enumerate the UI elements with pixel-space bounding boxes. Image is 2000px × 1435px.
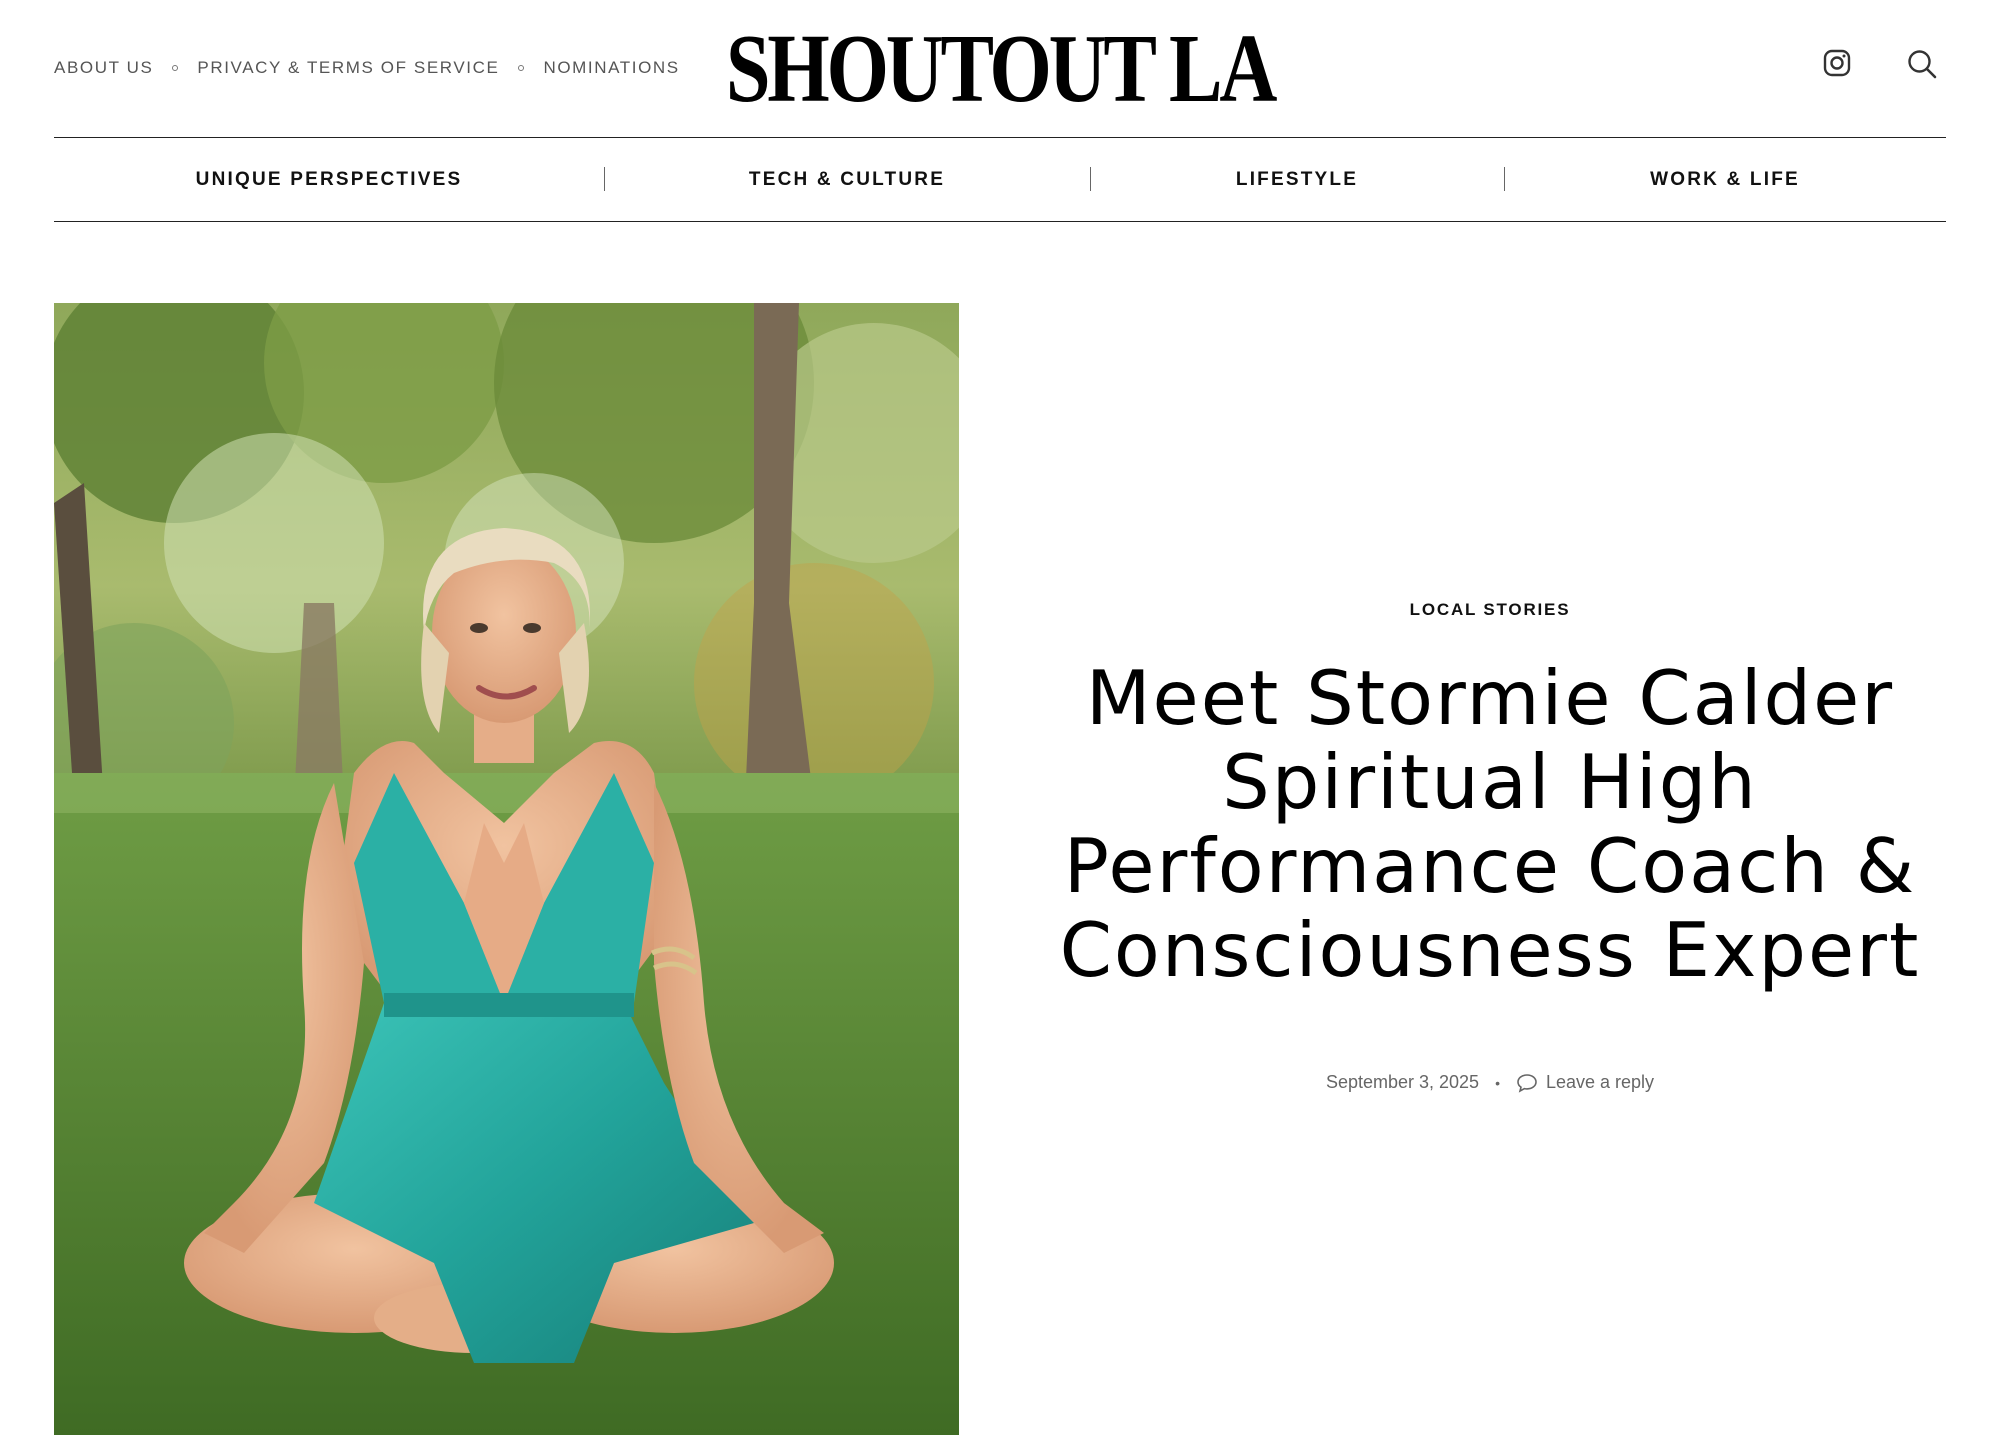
nav-item-unique-perspectives[interactable]: UNIQUE PERSPECTIVES bbox=[54, 139, 604, 221]
site-header: About Us Privacy & Terms of Service Nomi… bbox=[0, 0, 2000, 137]
nav-item-work-life[interactable]: WORK & LIFE bbox=[1504, 139, 1946, 221]
leave-reply-link[interactable]: Leave a reply bbox=[1516, 1072, 1654, 1093]
nav-item-tech-culture[interactable]: TECH & CULTURE bbox=[604, 139, 1090, 221]
article-header: LOCAL STORIES Meet Stormie Calder Spirit… bbox=[1040, 600, 1940, 1093]
separator-dot bbox=[172, 65, 179, 71]
header-icons bbox=[1822, 48, 1938, 80]
meta-separator: • bbox=[1495, 1074, 1500, 1091]
header-divider bbox=[54, 137, 1946, 138]
main-nav: UNIQUE PERSPECTIVES TECH & CULTURE LIFES… bbox=[54, 139, 1946, 221]
article-title[interactable]: Meet Stormie Calder Spiritual High Perfo… bbox=[1040, 656, 1940, 992]
leave-reply-label: Leave a reply bbox=[1545, 1072, 1655, 1092]
category-link[interactable]: LOCAL STORIES bbox=[1410, 600, 1571, 620]
instagram-icon[interactable] bbox=[1822, 48, 1854, 80]
article-meta: September 3, 2025 • Leave a reply bbox=[1040, 1072, 1940, 1093]
nav-divider-bottom bbox=[54, 221, 1946, 222]
nav-item-lifestyle[interactable]: LIFESTYLE bbox=[1090, 139, 1504, 221]
site-logo[interactable]: SHOUTOUT LA bbox=[180, 14, 1820, 124]
featured-image[interactable] bbox=[54, 303, 959, 1435]
post-date[interactable]: September 3, 2025 bbox=[1326, 1072, 1479, 1093]
search-icon[interactable] bbox=[1906, 48, 1938, 80]
about-us-link[interactable]: About Us bbox=[54, 58, 153, 78]
comment-icon bbox=[1517, 1073, 1537, 1093]
